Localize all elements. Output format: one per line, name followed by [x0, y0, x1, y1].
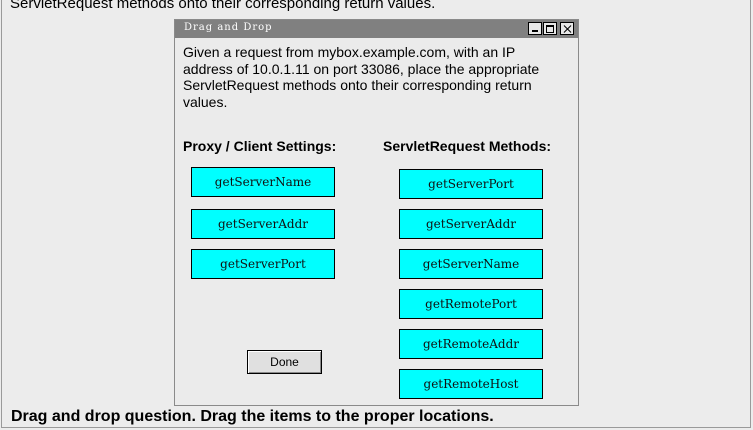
- drag-drop-dialog: Drag and Drop Given a request from mybox…: [174, 19, 579, 406]
- maximize-icon[interactable]: [543, 22, 557, 35]
- drop-target-1[interactable]: getServerName: [191, 167, 335, 197]
- method-item-4[interactable]: getRemotePort: [399, 289, 543, 319]
- question-text: Given a request from mybox.example.com, …: [183, 44, 540, 110]
- drop-target-2[interactable]: getServerAddr: [191, 209, 335, 239]
- method-item-3[interactable]: getServerName: [399, 249, 543, 279]
- top-text: ServletRequest methods onto their corres…: [10, 0, 436, 12]
- method-item-6[interactable]: getRemoteHost: [399, 369, 543, 399]
- dialog-titlebar[interactable]: Drag and Drop: [175, 20, 578, 38]
- drop-target-3[interactable]: getServerPort: [191, 249, 335, 279]
- dialog-title: Drag and Drop: [184, 22, 273, 33]
- dialog-body: Given a request from mybox.example.com, …: [175, 38, 578, 405]
- servletrequest-methods-heading: ServletRequest Methods:: [383, 138, 552, 154]
- instruction-text: Drag and drop question. Drag the items t…: [11, 408, 494, 425]
- method-item-1[interactable]: getServerPort: [399, 169, 543, 199]
- done-button[interactable]: Done: [247, 350, 322, 374]
- proxy-client-heading: Proxy / Client Settings:: [183, 138, 337, 154]
- method-item-2[interactable]: getServerAddr: [399, 209, 543, 239]
- method-item-5[interactable]: getRemoteAddr: [399, 329, 543, 359]
- minimize-icon[interactable]: [528, 22, 542, 35]
- close-icon[interactable]: [560, 22, 574, 35]
